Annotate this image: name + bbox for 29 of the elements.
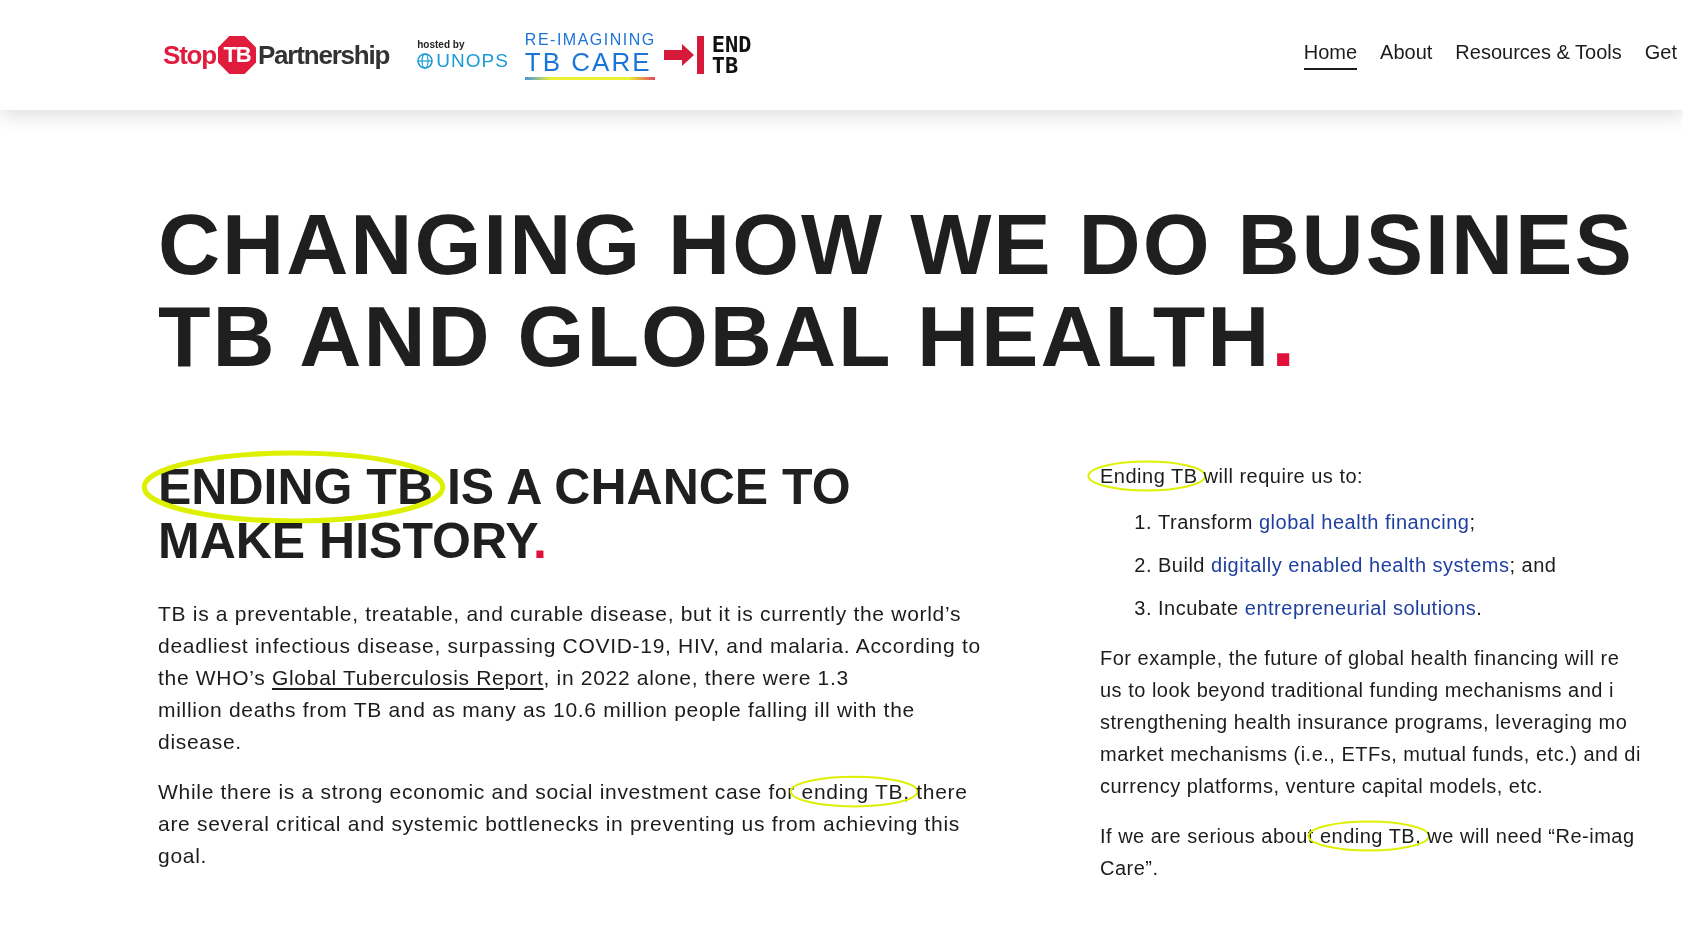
logo-text: Partnership (257, 39, 390, 71)
hosted-by-text: hosted by (417, 38, 466, 50)
list-number: 3. (1133, 596, 1152, 621)
logo-text: TB CARE (524, 48, 653, 75)
octagon-badge: TB (217, 36, 256, 74)
nav-link[interactable]: Get (1644, 40, 1677, 70)
logo-text: UNOPS (436, 49, 509, 72)
logo-text: END (711, 34, 752, 55)
topic-link[interactable]: entrepreneurial solutions (1244, 597, 1477, 619)
nav-link[interactable]: Home (1303, 40, 1358, 70)
body-paragraph: TB is a preventable, treatable, and curable disease, but it is currently the world’s deadliest infectious disease, surpassing COVID-19, HIV, and malaria. According to the WHO’s Global Tuberculosis Report, in 2022 alone, there were 1.3 million deaths from TB and as many as 10.6 million people falling ill with the disease. (158, 601, 982, 755)
logo-text: RE-IMAGINING (524, 30, 656, 49)
body-paragraph: For example, the future of global health financing will re us to look beyond traditional funding mechanisms and i strengthening health insurance programs, leveraging mo market mechanisms (i.e., ETFs, mutual funds, etc.) and di currency platforms, venture capital models, etc. (1100, 646, 1641, 799)
nav-link[interactable]: Resources & Tools (1455, 40, 1622, 70)
report-link[interactable]: Global Tuberculosis Report (271, 666, 544, 689)
section-heading: ENDING TB IS A CHANCE TO MAKE HISTORY. (158, 460, 1018, 568)
list-item-text: Incubate entrepreneurial solutions. (1158, 596, 1483, 621)
list-number: 1. (1133, 510, 1152, 535)
globe-icon (417, 52, 434, 69)
logo-text: TB (711, 55, 740, 76)
logo-text: Stop (163, 39, 216, 71)
topic-link[interactable]: global health financing (1258, 511, 1470, 533)
topic-link[interactable]: digitally enabled health systems (1211, 554, 1510, 576)
page-heading: CHANGING HOW WE DO BUSINES TB AND GLOBAL HEALTH. (158, 198, 1635, 382)
nav-link[interactable]: About (1380, 40, 1433, 70)
list-number: 2. (1133, 553, 1152, 578)
arrow-icon (663, 35, 706, 75)
list-item-text: Build digitally enabled health systems; and (1158, 553, 1557, 578)
list-item-text: Transform global health financing; (1158, 510, 1476, 535)
